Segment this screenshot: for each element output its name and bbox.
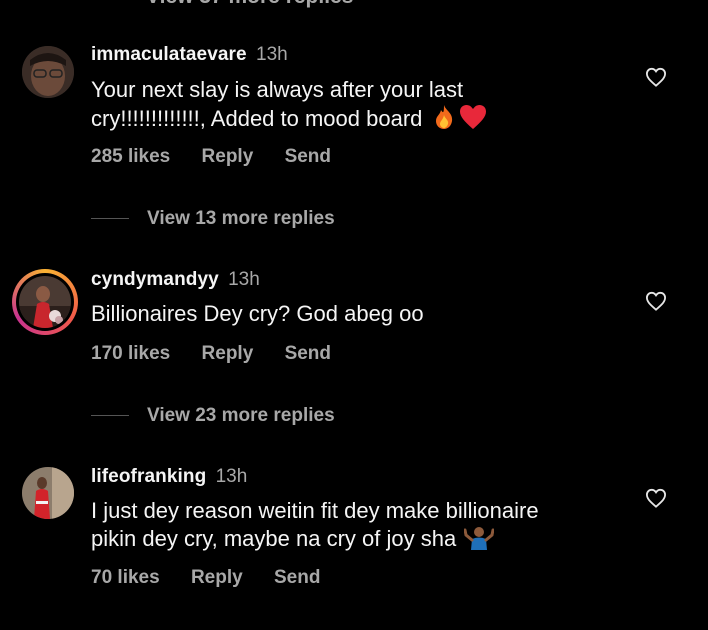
avatar-photo xyxy=(19,276,71,328)
reply-button[interactable]: Reply xyxy=(191,567,243,588)
avatar[interactable] xyxy=(22,467,74,519)
view-more-replies-link-top[interactable]: View 37 more replies xyxy=(146,0,353,9)
like-heart-icon[interactable] xyxy=(645,488,667,508)
view-replies-link[interactable]: View 13 more replies xyxy=(91,208,335,230)
avatar-photo xyxy=(22,467,74,519)
replies-divider-line xyxy=(91,218,129,220)
replies-divider-line xyxy=(91,415,129,417)
timestamp: 13h xyxy=(256,44,288,65)
comment-text-line-1: I just dey reason weitin fit dey make bi… xyxy=(91,498,539,523)
comment-text: Your next slay is always after your last… xyxy=(91,76,611,137)
red-heart-emoji-icon xyxy=(459,104,487,137)
comment-header: immaculataevare 13h xyxy=(91,44,288,66)
comment-header: lifeofranking 13h xyxy=(91,466,247,488)
avatar[interactable] xyxy=(22,46,74,98)
comment-actions: 285 likes Reply Send xyxy=(91,146,357,168)
comment-actions: 70 likes Reply Send xyxy=(91,567,346,589)
like-heart-icon[interactable] xyxy=(645,291,667,311)
comment-text-line-2: pikin dey cry, maybe na cry of joy sha xyxy=(91,525,611,557)
reply-button[interactable]: Reply xyxy=(202,146,254,167)
person-shrugging-emoji-icon xyxy=(463,526,495,557)
comment-text-line-2-text: pikin dey cry, maybe na cry of joy sha xyxy=(91,526,457,551)
comment-text-line-1: Your next slay is always after your last xyxy=(91,77,464,102)
comment-header: cyndymandyy 13h xyxy=(91,269,260,291)
likes-count[interactable]: 285 likes xyxy=(91,146,170,167)
timestamp: 13h xyxy=(215,466,248,487)
reply-button[interactable]: Reply xyxy=(202,343,254,364)
avatar-image xyxy=(19,276,71,328)
view-replies-link[interactable]: View 23 more replies xyxy=(91,405,335,427)
comment-text-line-1: Billionaires Dey cry? God abeg oo xyxy=(91,301,424,326)
send-button[interactable]: Send xyxy=(274,567,320,588)
likes-count[interactable]: 70 likes xyxy=(91,567,160,588)
comment-text-line-2-text: cry!!!!!!!!!!!!!, Added to mood board xyxy=(91,106,423,131)
view-replies-label[interactable]: View 13 more replies xyxy=(147,208,335,229)
username[interactable]: cyndymandyy xyxy=(91,269,219,290)
view-replies-label[interactable]: View 23 more replies xyxy=(147,405,335,426)
comment-actions: 170 likes Reply Send xyxy=(91,343,357,365)
avatar-photo xyxy=(22,46,74,98)
comment-text: Billionaires Dey cry? God abeg oo xyxy=(91,300,611,328)
timestamp: 13h xyxy=(228,269,260,290)
likes-count[interactable]: 170 likes xyxy=(91,343,170,364)
like-heart-icon[interactable] xyxy=(645,67,667,87)
story-ring-gap xyxy=(16,273,74,331)
avatar-with-story-ring[interactable] xyxy=(12,269,78,335)
username[interactable]: immaculataevare xyxy=(91,44,247,65)
username[interactable]: lifeofranking xyxy=(91,466,206,487)
send-button[interactable]: Send xyxy=(285,146,331,167)
comment-text-line-2: cry!!!!!!!!!!!!!, Added to mood board xyxy=(91,104,611,137)
send-button[interactable]: Send xyxy=(285,343,331,364)
comment-text: I just dey reason weitin fit dey make bi… xyxy=(91,497,611,557)
fire-emoji-icon xyxy=(432,104,456,137)
